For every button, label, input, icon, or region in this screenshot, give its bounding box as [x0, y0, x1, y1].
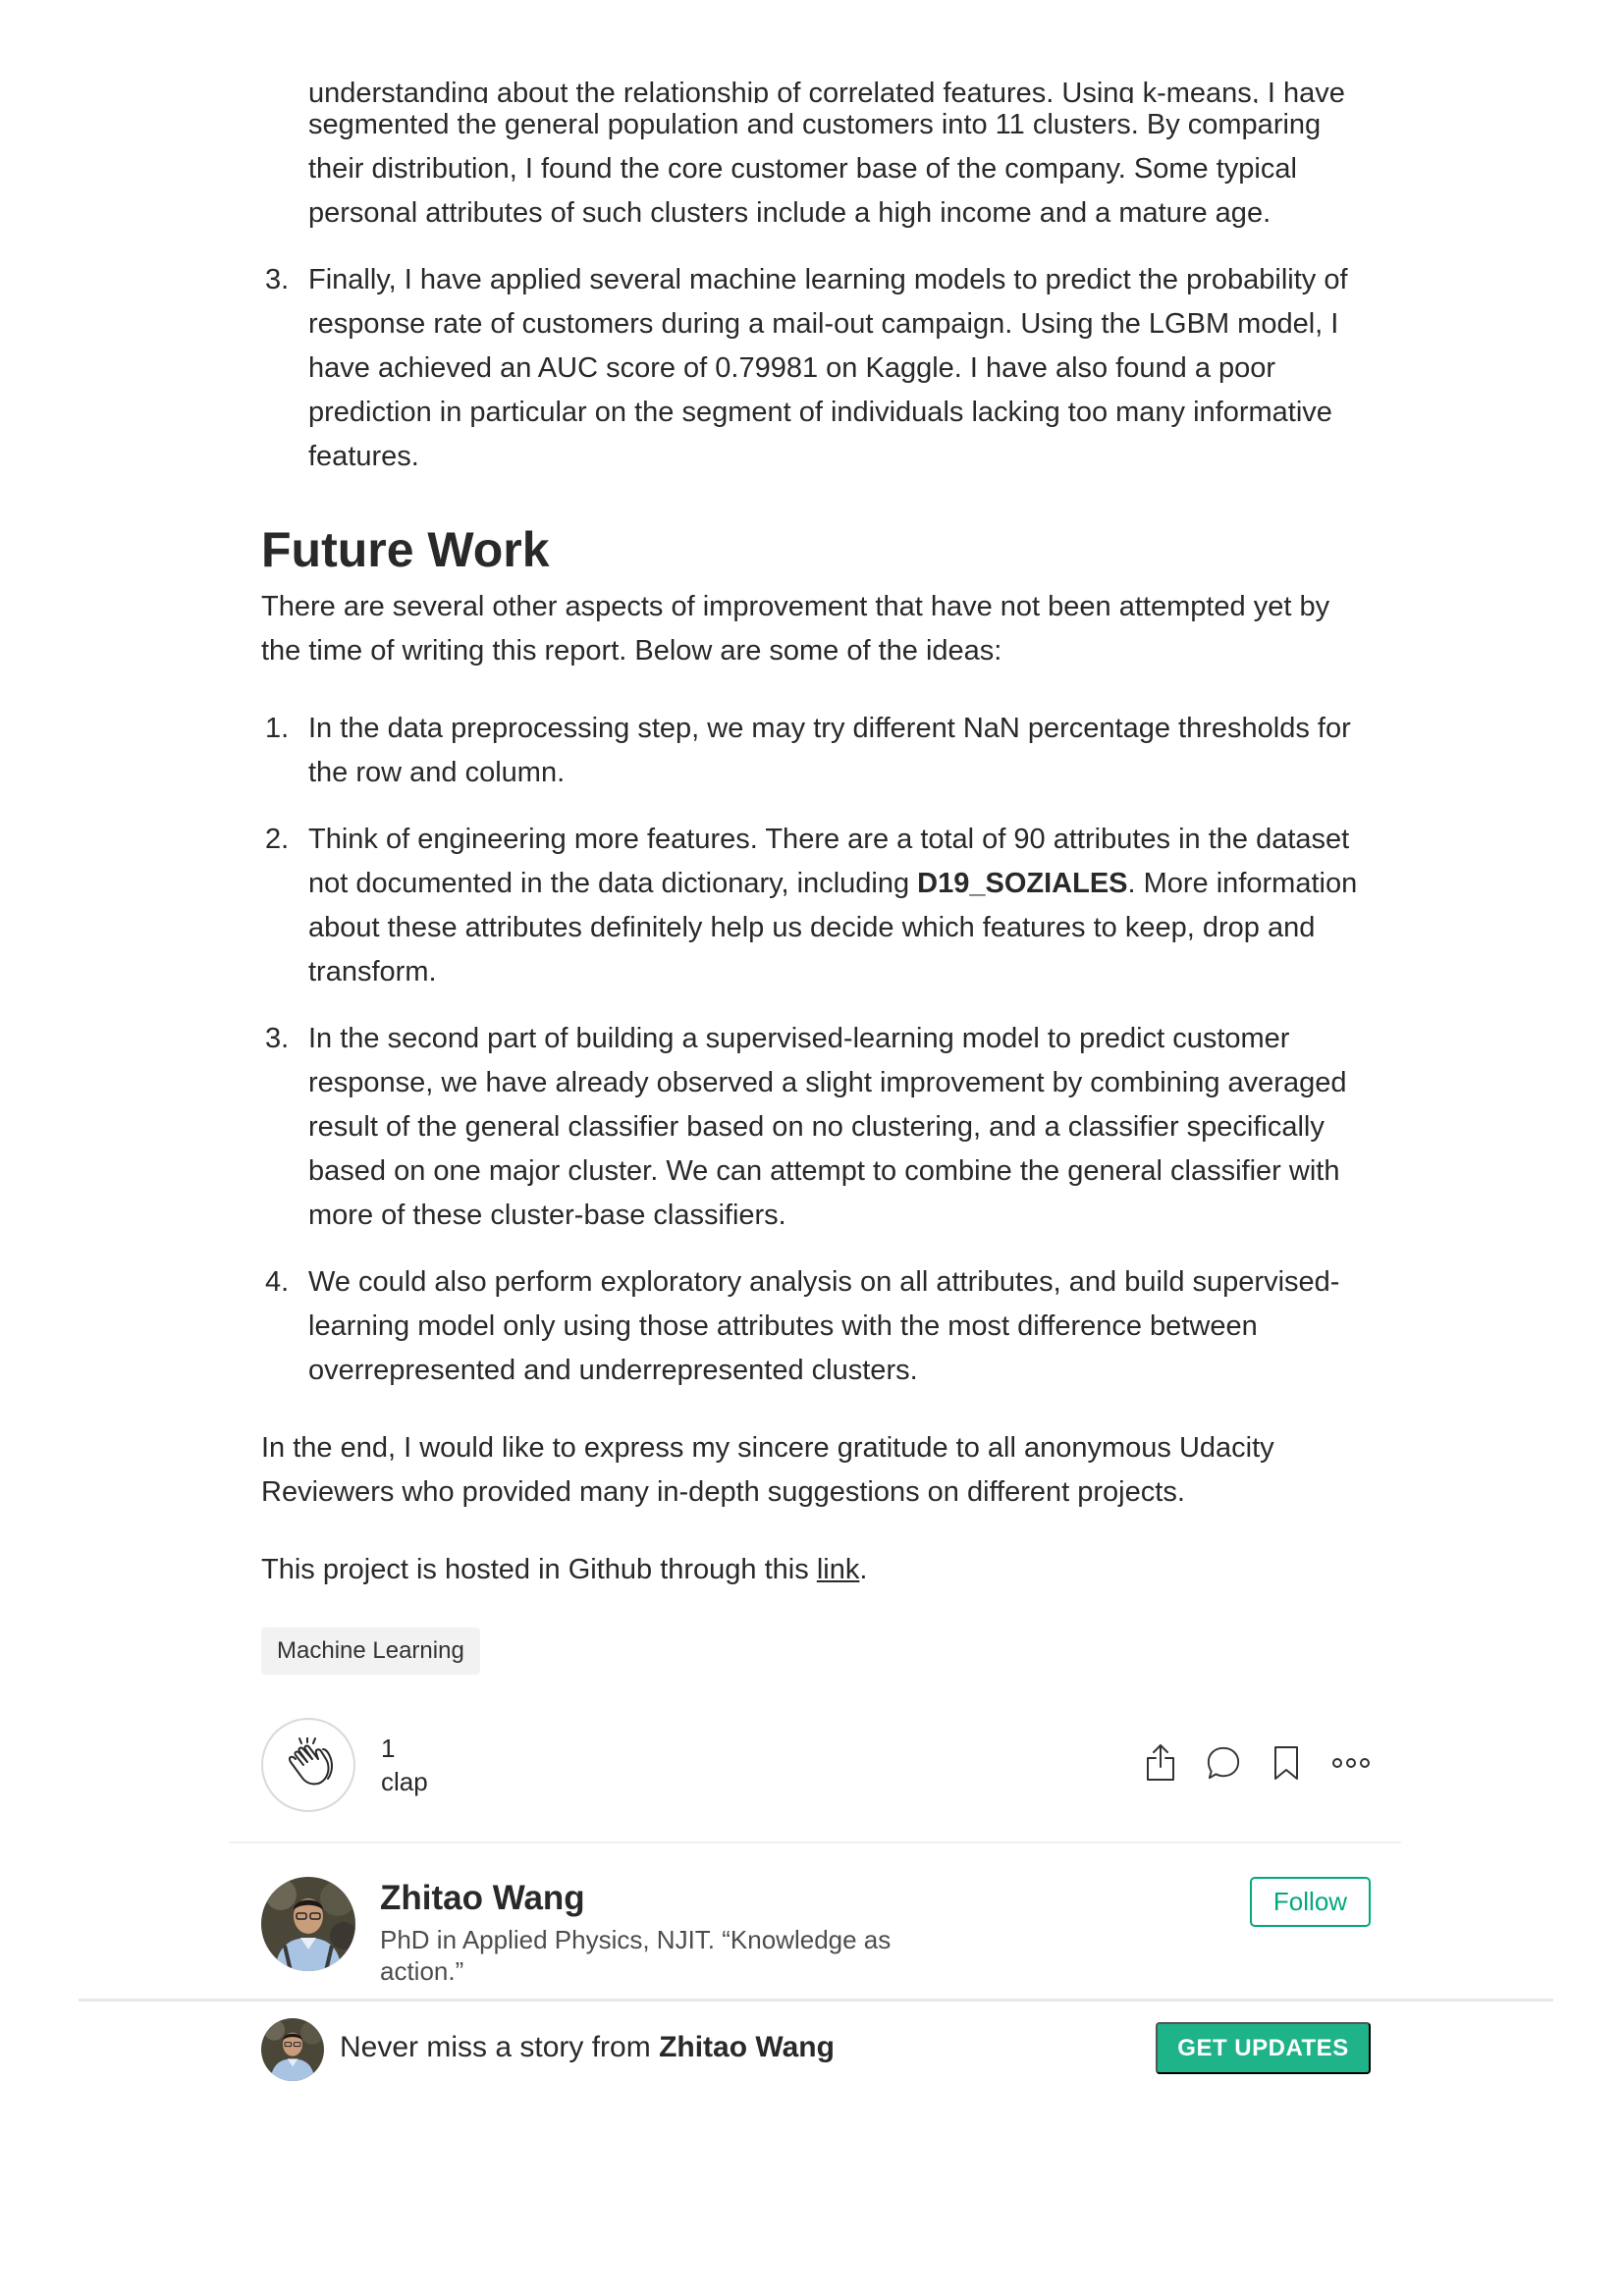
list-item: 3. Finally, I have applied several machi… [261, 258, 1371, 479]
conclusion-list: 3. Finally, I have applied several machi… [261, 258, 1371, 479]
more-button[interactable] [1331, 1742, 1371, 1784]
never-miss-prefix: Never miss a story from [340, 2031, 660, 2063]
list-number: 3. [265, 1023, 290, 1054]
section-heading-future-work: Future Work [261, 522, 550, 577]
clap-count: 1 clap [381, 1732, 428, 1798]
clap-button[interactable] [261, 1718, 355, 1812]
get-updates-button[interactable]: GET UPDATES [1156, 2022, 1371, 2074]
section-divider [229, 1842, 1401, 1843]
tag-machine-learning[interactable]: Machine Learning [261, 1628, 480, 1675]
author-bio: PhD in Applied Physics, NJIT. “Knowledge… [380, 1925, 892, 1986]
author-card: Zhitao Wang PhD in Applied Physics, NJIT… [261, 1877, 1371, 1995]
article-actions: 1 clap [261, 1718, 1371, 1816]
share-button[interactable] [1143, 1742, 1178, 1784]
comment-button[interactable] [1206, 1742, 1241, 1784]
gratitude-paragraph: In the end, I would like to express my s… [261, 1432, 1274, 1508]
hosted-text-end: . [859, 1554, 868, 1585]
author-avatar[interactable] [261, 1877, 355, 1971]
more-icon [1332, 1758, 1370, 1768]
bottom-bar-border [79, 1999, 1553, 2002]
bookmark-icon [1274, 1746, 1298, 1780]
never-miss-text: Never miss a story from Zhitao Wang [340, 2028, 835, 2067]
clap-icon [288, 1737, 333, 1786]
share-icon [1147, 1744, 1174, 1781]
list-item: 1. In the data preprocessing step, we ma… [261, 707, 1371, 795]
avatar-photo [261, 1877, 355, 1971]
list-number: 1. [265, 713, 290, 744]
comment-icon [1207, 1746, 1240, 1780]
list-item-continuation: segmented the general population and cus… [308, 109, 1322, 229]
clap-number: 1 [381, 1734, 396, 1763]
clipped-line-container: understanding about the relationship of … [308, 59, 1371, 103]
never-miss-author: Zhitao Wang [659, 2031, 835, 2063]
list-item: 2. Think of engineering more features. T… [261, 818, 1371, 994]
list-number: 2. [265, 824, 290, 855]
list-item: 3. In the second part of building a supe… [261, 1017, 1371, 1238]
list-item-text: In the second part of building a supervi… [308, 1023, 1347, 1231]
author-name[interactable]: Zhitao Wang [380, 1877, 585, 1920]
future-intro-paragraph: There are several other aspects of impro… [261, 591, 1330, 667]
avatar-photo [261, 2018, 324, 2081]
follow-button[interactable]: Follow [1250, 1877, 1371, 1927]
action-icons [1143, 1742, 1371, 1784]
future-work-list: 1. In the data preprocessing step, we ma… [261, 707, 1371, 1393]
bookmark-button[interactable] [1269, 1742, 1304, 1784]
list-item-text: In the data preprocessing step, we may t… [308, 713, 1351, 788]
clipped-text-line: understanding about the relationship of … [308, 78, 1345, 103]
list-number: 3. [265, 264, 290, 295]
github-link[interactable]: link [817, 1554, 860, 1585]
hosted-text: This project is hosted in Github through… [261, 1554, 817, 1585]
hosted-paragraph: This project is hosted in Github through… [261, 1548, 1371, 1592]
clap-label: clap [381, 1767, 428, 1796]
list-item-text: We could also perform exploratory analys… [308, 1266, 1340, 1386]
author-avatar-small[interactable] [261, 2018, 324, 2081]
tag-list: Machine Learning [261, 1618, 1371, 1675]
list-item: 4. We could also perform exploratory ana… [261, 1260, 1371, 1393]
article-body: understanding about the relationship of … [261, 59, 1371, 1675]
updates-bar: Never miss a story from Zhitao Wang GET … [261, 2018, 1371, 2083]
list-item-text: Finally, I have applied several machine … [308, 264, 1348, 472]
list-number: 4. [265, 1266, 290, 1298]
bold-attribute-name: D19_SOZIALES [917, 868, 1128, 899]
